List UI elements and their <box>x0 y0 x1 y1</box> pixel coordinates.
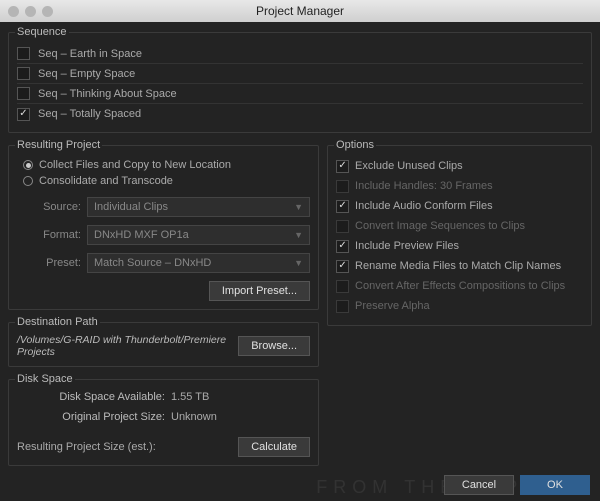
chevron-down-icon: ▼ <box>294 230 303 240</box>
option-row[interactable]: Include Audio Conform Files <box>336 197 583 215</box>
sequence-label: Seq – Empty Space <box>38 68 135 80</box>
dropdown-value: DNxHD MXF OP1a <box>94 229 189 241</box>
diskspace-legend: Disk Space <box>15 373 75 385</box>
dropdown-value: Individual Clips <box>94 201 168 213</box>
result-size-label: Resulting Project Size (est.): <box>17 441 156 453</box>
option-row[interactable]: Rename Media Files to Match Clip Names <box>336 257 583 275</box>
disk-space-panel: Disk Space Disk Space Available: 1.55 TB… <box>8 373 319 466</box>
chevron-down-icon: ▼ <box>294 202 303 212</box>
calculate-button[interactable]: Calculate <box>238 437 310 457</box>
option-checkbox <box>336 180 349 193</box>
sequence-label: Seq – Totally Spaced <box>38 108 141 120</box>
sequence-row[interactable]: Seq – Thinking About Space <box>17 84 583 104</box>
close-window-icon[interactable] <box>8 6 19 17</box>
sequence-checkbox[interactable] <box>17 67 30 80</box>
options-legend: Options <box>334 139 376 151</box>
original-size-value: Unknown <box>171 411 217 429</box>
option-label: Exclude Unused Clips <box>355 160 463 172</box>
dropdown-value: Match Source – DNxHD <box>94 257 211 269</box>
option-label: Include Handles: 30 Frames <box>355 180 493 192</box>
sequence-checkbox[interactable] <box>17 108 30 121</box>
format-label: Format: <box>17 229 81 241</box>
option-checkbox[interactable] <box>336 260 349 273</box>
browse-button[interactable]: Browse... <box>238 336 310 356</box>
option-checkbox <box>336 280 349 293</box>
cancel-button[interactable]: Cancel <box>444 475 514 495</box>
option-label: Include Audio Conform Files <box>355 200 493 212</box>
option-checkbox <box>336 300 349 313</box>
sequence-row[interactable]: Seq – Earth in Space <box>17 44 583 64</box>
sequence-checkbox[interactable] <box>17 47 30 60</box>
radio-consolidate[interactable]: Consolidate and Transcode <box>23 173 310 189</box>
option-row: Preserve Alpha <box>336 297 583 315</box>
destination-path-text: /Volumes/G-RAID with Thunderbolt/Premier… <box>17 334 230 358</box>
option-row: Convert After Effects Compositions to Cl… <box>336 277 583 295</box>
option-label: Include Preview Files <box>355 240 459 252</box>
original-size-label: Original Project Size: <box>17 411 165 429</box>
option-checkbox <box>336 220 349 233</box>
option-checkbox[interactable] <box>336 160 349 173</box>
option-checkbox[interactable] <box>336 240 349 253</box>
destination-path-panel: Destination Path /Volumes/G-RAID with Th… <box>8 316 319 367</box>
option-label: Preserve Alpha <box>355 300 430 312</box>
title-bar: Project Manager <box>0 0 600 22</box>
option-row[interactable]: Exclude Unused Clips <box>336 157 583 175</box>
option-label: Convert After Effects Compositions to Cl… <box>355 280 565 292</box>
radio-icon[interactable] <box>23 160 33 170</box>
option-row: Convert Image Sequences to Clips <box>336 217 583 235</box>
window-title: Project Manager <box>256 4 344 18</box>
destination-legend: Destination Path <box>15 316 100 328</box>
sequence-legend: Sequence <box>15 26 69 38</box>
preset-label: Preset: <box>17 257 81 269</box>
preset-dropdown[interactable]: Match Source – DNxHD ▼ <box>87 253 310 273</box>
option-row[interactable]: Include Preview Files <box>336 237 583 255</box>
sequence-row[interactable]: Seq – Empty Space <box>17 64 583 84</box>
radio-icon[interactable] <box>23 176 33 186</box>
options-panel: Options Exclude Unused Clips Include Hand… <box>327 139 592 326</box>
disk-available-label: Disk Space Available: <box>17 391 165 409</box>
source-dropdown[interactable]: Individual Clips ▼ <box>87 197 310 217</box>
sequence-row[interactable]: Seq – Totally Spaced <box>17 104 583 124</box>
minimize-window-icon[interactable] <box>25 6 36 17</box>
sequence-label: Seq – Earth in Space <box>38 48 142 60</box>
sequence-label: Seq – Thinking About Space <box>38 88 177 100</box>
sequence-panel: Sequence Seq – Earth in Space Seq – Empt… <box>8 26 592 133</box>
option-label: Rename Media Files to Match Clip Names <box>355 260 561 272</box>
source-label: Source: <box>17 201 81 213</box>
format-dropdown[interactable]: DNxHD MXF OP1a ▼ <box>87 225 310 245</box>
chevron-down-icon: ▼ <box>294 258 303 268</box>
disk-available-value: 1.55 TB <box>171 391 209 409</box>
option-checkbox[interactable] <box>336 200 349 213</box>
import-preset-button[interactable]: Import Preset... <box>209 281 310 301</box>
resulting-legend: Resulting Project <box>15 139 102 151</box>
resulting-project-panel: Resulting Project Collect Files and Copy… <box>8 139 319 310</box>
radio-label: Consolidate and Transcode <box>39 175 173 187</box>
zoom-window-icon[interactable] <box>42 6 53 17</box>
sequence-checkbox[interactable] <box>17 87 30 100</box>
radio-collect-files[interactable]: Collect Files and Copy to New Location <box>23 157 310 173</box>
option-row: Include Handles: 30 Frames <box>336 177 583 195</box>
option-label: Convert Image Sequences to Clips <box>355 220 525 232</box>
radio-label: Collect Files and Copy to New Location <box>39 159 231 171</box>
ok-button[interactable]: OK <box>520 475 590 495</box>
